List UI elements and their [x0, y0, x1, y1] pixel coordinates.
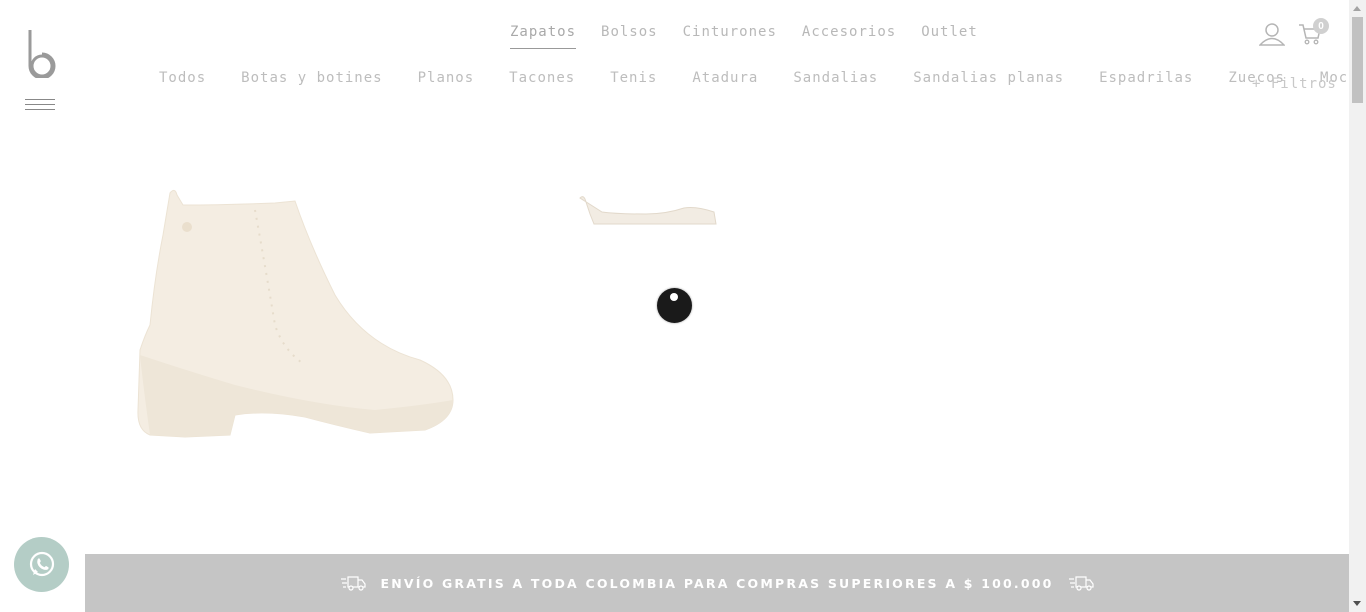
banner-text: ENVÍO GRATIS A TODA COLOMBIA PARA COMPRA…	[380, 575, 1054, 591]
truck-icon	[1068, 576, 1094, 591]
whatsapp-button[interactable]	[14, 537, 69, 592]
category-espadrilas[interactable]: Espadrilas	[1099, 70, 1193, 86]
brand-logo[interactable]	[24, 28, 60, 78]
scroll-up-arrow-icon[interactable]	[1353, 6, 1361, 11]
category-botas-y-botines[interactable]: Botas y botines	[241, 70, 382, 86]
free-shipping-banner: ENVÍO GRATIS A TODA COLOMBIA PARA COMPRA…	[85, 554, 1349, 612]
category-planos[interactable]: Planos	[418, 70, 475, 86]
category-tacones[interactable]: Tacones	[509, 70, 575, 86]
filters-button[interactable]: + Filtros	[1252, 76, 1337, 92]
menu-icon-line	[25, 109, 55, 110]
cart-count-badge: 0	[1313, 18, 1329, 34]
user-icon[interactable]	[1259, 22, 1285, 46]
vertical-scrollbar[interactable]	[1349, 0, 1366, 612]
main-nav: Zapatos Bolsos Cinturones Accesorios Out…	[510, 24, 978, 49]
loading-spinner	[657, 288, 692, 323]
scroll-thumb[interactable]	[1352, 17, 1363, 103]
scroll-down-arrow-icon[interactable]	[1353, 601, 1361, 606]
category-tenis[interactable]: Tenis	[610, 70, 657, 86]
menu-icon[interactable]	[25, 99, 55, 113]
nav-item-cinturones[interactable]: Cinturones	[683, 24, 777, 49]
nav-item-zapatos[interactable]: Zapatos	[510, 24, 577, 49]
nav-item-bolsos[interactable]: Bolsos	[601, 24, 658, 49]
category-sandalias[interactable]: Sandalias	[793, 70, 878, 86]
category-todos[interactable]: Todos	[159, 70, 206, 86]
product-image-shoe[interactable]	[576, 192, 718, 228]
category-atadura[interactable]: Atadura	[692, 70, 758, 86]
category-sandalias-planas[interactable]: Sandalias planas	[913, 70, 1064, 86]
category-nav: Todos Botas y botines Planos Tacones Ten…	[159, 70, 1366, 86]
nav-item-outlet[interactable]: Outlet	[921, 24, 978, 49]
nav-item-accesorios[interactable]: Accesorios	[802, 24, 896, 49]
whatsapp-icon	[29, 551, 54, 576]
truck-icon	[341, 576, 367, 591]
menu-icon-line	[25, 104, 55, 105]
product-image-boot[interactable]	[135, 185, 457, 440]
menu-icon-line	[25, 99, 55, 100]
